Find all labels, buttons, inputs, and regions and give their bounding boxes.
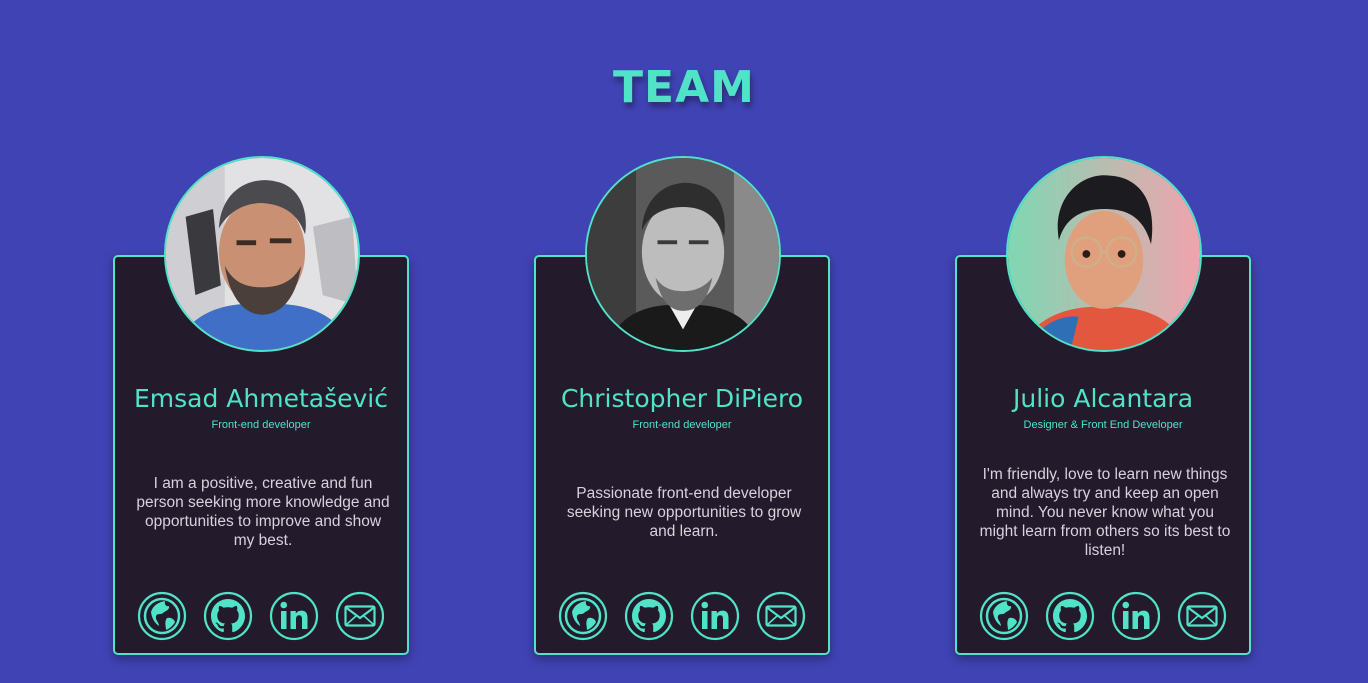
- member-bio: I'm friendly, love to learn new things a…: [979, 465, 1231, 559]
- linkedin-link[interactable]: [690, 591, 740, 641]
- globe-icon: [979, 591, 1029, 641]
- mail-icon: [756, 591, 806, 641]
- team-page: TEAM Emsad Ahmetašević Front-end develop…: [0, 0, 1368, 683]
- section-title: TEAM: [613, 62, 755, 113]
- social-links: [115, 591, 407, 641]
- globe-icon: [558, 591, 608, 641]
- member-bio-container: Passionate front-end developer seeking n…: [556, 447, 812, 577]
- member-photo-1: [164, 156, 360, 352]
- avatar-image: [587, 158, 779, 350]
- mail-icon: [1177, 591, 1227, 641]
- avatar-image: [1008, 158, 1200, 350]
- member-bio-container: I'm friendly, love to learn new things a…: [977, 447, 1233, 577]
- member-role: Front-end developer: [211, 419, 311, 431]
- member-photo-2: [585, 156, 781, 352]
- member-role: Front-end developer: [632, 419, 732, 431]
- github-icon: [203, 591, 253, 641]
- globe-icon: [137, 591, 187, 641]
- github-icon: [624, 591, 674, 641]
- member-bio: Passionate front-end developer seeking n…: [566, 484, 802, 540]
- member-role: Designer & Front End Developer: [1023, 419, 1183, 431]
- member-bio: I am a positive, creative and fun person…: [136, 475, 390, 549]
- member-photo-3: [1006, 156, 1202, 352]
- mail-icon: [335, 591, 385, 641]
- social-links: [536, 591, 828, 641]
- website-link[interactable]: [558, 591, 608, 641]
- email-link[interactable]: [756, 591, 806, 641]
- email-link[interactable]: [335, 591, 385, 641]
- github-link[interactable]: [624, 591, 674, 641]
- member-name: Christopher DiPiero: [560, 384, 804, 413]
- linkedin-link[interactable]: [1111, 591, 1161, 641]
- website-link[interactable]: [979, 591, 1029, 641]
- avatar-image: [166, 158, 358, 350]
- linkedin-icon: [690, 591, 740, 641]
- website-link[interactable]: [137, 591, 187, 641]
- github-icon: [1045, 591, 1095, 641]
- linkedin-link[interactable]: [269, 591, 319, 641]
- social-links: [957, 591, 1249, 641]
- email-link[interactable]: [1177, 591, 1227, 641]
- github-link[interactable]: [1045, 591, 1095, 641]
- member-name: Emsad Ahmetašević: [133, 384, 388, 413]
- linkedin-icon: [1111, 591, 1161, 641]
- member-bio-container: I am a positive, creative and fun person…: [135, 447, 391, 577]
- member-name: Julio Alcantara: [1012, 384, 1194, 413]
- linkedin-icon: [269, 591, 319, 641]
- github-link[interactable]: [203, 591, 253, 641]
